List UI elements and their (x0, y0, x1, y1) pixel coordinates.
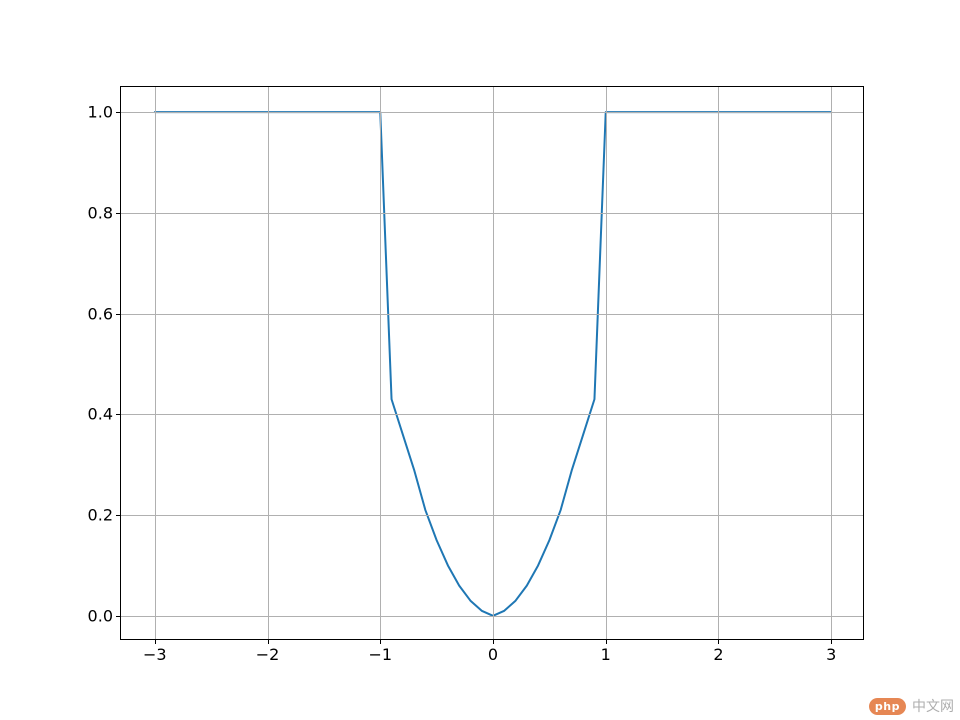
tick-y (116, 112, 121, 113)
gridline-v (831, 87, 832, 639)
gridline-v (268, 87, 269, 639)
watermark-text: 中文网 (912, 696, 954, 716)
gridline-v (718, 87, 719, 639)
gridline-h (121, 213, 863, 214)
gridline-v (380, 87, 381, 639)
axes: −3−2−101230.00.20.40.60.81.0 (120, 86, 864, 640)
watermark: php 中文网 (869, 696, 954, 716)
watermark-badge: php (869, 698, 906, 715)
tick-x (155, 639, 156, 644)
gridline-h (121, 414, 863, 415)
gridline-v (606, 87, 607, 639)
tick-label-y: 0.8 (88, 203, 113, 222)
tick-x (831, 639, 832, 644)
tick-label-x: −3 (143, 645, 167, 664)
tick-label-y: 0.0 (88, 606, 113, 625)
gridline-h (121, 112, 863, 113)
gridline-h (121, 314, 863, 315)
tick-label-x: 1 (601, 645, 611, 664)
gridline-v (493, 87, 494, 639)
tick-label-x: 3 (826, 645, 836, 664)
tick-x (493, 639, 494, 644)
tick-y (116, 616, 121, 617)
gridline-v (155, 87, 156, 639)
tick-x (268, 639, 269, 644)
tick-label-x: 2 (713, 645, 723, 664)
tick-label-y: 1.0 (88, 103, 113, 122)
tick-label-y: 0.6 (88, 304, 113, 323)
tick-x (606, 639, 607, 644)
tick-label-y: 0.2 (88, 506, 113, 525)
tick-x (380, 639, 381, 644)
figure: −3−2−101230.00.20.40.60.81.0 php 中文网 (0, 0, 960, 720)
gridline-h (121, 515, 863, 516)
tick-y (116, 515, 121, 516)
tick-label-x: −1 (368, 645, 392, 664)
tick-y (116, 213, 121, 214)
tick-y (116, 414, 121, 415)
gridline-h (121, 616, 863, 617)
tick-label-y: 0.4 (88, 405, 113, 424)
tick-x (718, 639, 719, 644)
tick-label-x: −2 (256, 645, 280, 664)
tick-label-x: 0 (488, 645, 498, 664)
tick-y (116, 314, 121, 315)
